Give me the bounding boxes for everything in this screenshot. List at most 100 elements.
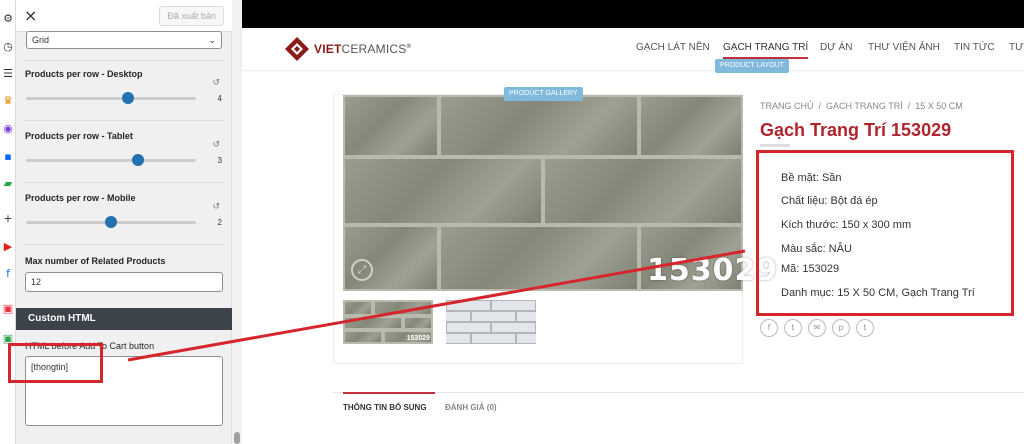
plus-icon[interactable]: + — [0, 210, 16, 226]
tile-brick — [343, 157, 543, 225]
tile-brick — [491, 322, 536, 333]
tile-brick — [471, 311, 516, 322]
tile-brick — [516, 333, 536, 344]
pinterest-share-icon[interactable]: p — [832, 319, 850, 337]
info-line: Mã: 153029 — [781, 263, 840, 275]
slider-thumb[interactable] — [105, 216, 117, 228]
twitter-share-icon[interactable]: t — [784, 319, 802, 337]
tile-brick — [491, 300, 536, 311]
product-layout-badge[interactable]: PRODUCT LAYOUT — [715, 59, 789, 73]
tab-active-indicator — [343, 392, 435, 394]
screenshot-root: ⚙ ◷ ☰ ♛ ◉ ▪ ▰ + ▶ f ▣ ▣ × Đã xuất bản Gr… — [0, 0, 1024, 444]
site-header: VIETCERAMICS® GẠCH LÁT NỀN GẠCH TRANG TR… — [242, 28, 1024, 70]
custom-html-section[interactable]: Custom HTML — [16, 308, 232, 330]
panel-header: × Đã xuất bản — [16, 0, 232, 32]
nav-item[interactable]: THƯ VIỆN ẢNH — [868, 42, 940, 53]
panel-scrollbar[interactable] — [232, 0, 242, 444]
tile-brick — [446, 311, 471, 322]
nav-item[interactable]: DỰ ÁN — [820, 42, 852, 53]
breadcrumb-sep: / — [818, 101, 822, 111]
logo-trademark: ® — [406, 44, 412, 50]
tile-brick — [439, 95, 639, 157]
tile-brick — [471, 333, 516, 344]
tile-brick — [516, 311, 536, 322]
scrollbar-thumb[interactable] — [234, 432, 240, 444]
info-line: Màu sắc: NÂU — [781, 243, 852, 255]
divider — [24, 182, 224, 183]
breadcrumb-item[interactable]: TRANG CHỦ — [760, 101, 814, 111]
breadcrumb: TRANG CHỦ / GẠCH TRANG TRÍ / 15 X 50 CM — [760, 101, 963, 111]
thumbnail-1[interactable]: 153029 — [343, 300, 433, 344]
breadcrumb-item[interactable]: GẠCH TRANG TRÍ — [826, 101, 903, 111]
logo-text[interactable]: VIETCERAMICS® — [314, 42, 411, 56]
site-preview: VIETCERAMICS® GẠCH LÁT NỀN GẠCH TRANG TR… — [242, 0, 1024, 444]
nav-item[interactable]: TƯ — [1009, 42, 1024, 53]
publish-button[interactable]: Đã xuất bản — [159, 6, 224, 26]
widget-icon[interactable]: ▣ — [0, 300, 16, 316]
thumbnail-2[interactable] — [446, 300, 536, 344]
slider-track[interactable] — [26, 159, 196, 162]
top-bar — [242, 0, 1024, 28]
slider-thumb[interactable] — [122, 92, 134, 104]
logo-brand-part2: CERAMICS — [341, 42, 407, 56]
related-count-input[interactable]: 12 — [25, 272, 223, 292]
facebook-share-icon[interactable]: f — [760, 319, 778, 337]
divider — [24, 60, 224, 61]
gear-icon[interactable]: ⚙ — [0, 10, 16, 26]
tabs-divider — [333, 392, 1024, 393]
nav-item[interactable]: TIN TỨC — [954, 42, 995, 53]
tile-brick — [343, 95, 439, 157]
product-title: Gạch Trang Trí 153029 — [760, 120, 952, 140]
layout-select[interactable]: Grid ⌄ — [26, 31, 222, 49]
product-gallery-badge[interactable]: PRODUCT GALLERY — [504, 87, 583, 101]
info-line: Chất liệu: Bột đá ép — [781, 195, 878, 207]
layout-select-value: Grid — [32, 35, 50, 45]
tile-brick — [373, 300, 433, 316]
title-underline — [760, 144, 790, 147]
info-line: Danh mục: 15 X 50 CM, Gạch Trang Trí — [781, 287, 975, 299]
crown-icon[interactable]: ♛ — [0, 92, 16, 108]
youtube-icon[interactable]: ▶ — [0, 238, 16, 254]
setting-label: Products per row - Tablet — [25, 131, 133, 141]
nav-item[interactable]: GẠCH LÁT NỀN — [636, 42, 710, 53]
breadcrumb-item[interactable]: 15 X 50 CM — [915, 101, 963, 111]
tab-reviews[interactable]: ĐÁNH GIÁ (0) — [445, 403, 497, 412]
divider — [24, 244, 224, 245]
slider-value: 4 — [217, 94, 222, 103]
tile-brick — [639, 95, 743, 157]
reset-icon[interactable]: ↺ — [212, 202, 220, 212]
logo-icon[interactable] — [284, 36, 310, 62]
chat-icon[interactable]: ▰ — [0, 175, 16, 191]
reset-icon[interactable]: ↺ — [212, 78, 220, 88]
tile-brick — [403, 316, 433, 330]
close-icon[interactable]: × — [24, 6, 37, 25]
tab-additional-info[interactable]: THÔNG TIN BỔ SUNG — [343, 403, 427, 412]
reset-icon[interactable]: ↺ — [212, 140, 220, 150]
info-line: Kích thước: 150 x 300 mm — [781, 219, 912, 231]
messenger-icon[interactable]: ◉ — [0, 120, 16, 136]
slider-value: 2 — [217, 218, 222, 227]
tile-brick — [446, 300, 491, 311]
zoom-icon[interactable]: ⤢ — [351, 259, 373, 281]
list-icon[interactable]: ☰ — [0, 65, 16, 81]
zalo-icon[interactable]: ▪ — [0, 148, 16, 164]
divider — [24, 120, 224, 121]
email-share-icon[interactable]: ✉ — [808, 319, 826, 337]
tile-brick — [439, 225, 639, 291]
info-line: Bề mặt: Sần — [781, 172, 842, 184]
setting-label: Products per row - Mobile — [25, 193, 136, 203]
tumblr-share-icon[interactable]: t — [856, 319, 874, 337]
logo-brand-part1: VIET — [314, 42, 342, 56]
facebook-icon[interactable]: f — [0, 265, 16, 281]
setting-label: Products per row - Desktop — [25, 69, 143, 79]
breadcrumb-sep: / — [907, 101, 911, 111]
nav-item-active[interactable]: GẠCH TRANG TRÍ — [723, 42, 809, 59]
annotation-box — [8, 343, 103, 383]
slider-track[interactable] — [26, 97, 196, 100]
tile-brick — [446, 333, 471, 344]
tile-brick — [543, 157, 743, 225]
tile-brick — [343, 316, 403, 330]
clock-icon[interactable]: ◷ — [0, 38, 16, 54]
slider-thumb[interactable] — [132, 154, 145, 166]
thumb-code: 153029 — [406, 335, 430, 342]
